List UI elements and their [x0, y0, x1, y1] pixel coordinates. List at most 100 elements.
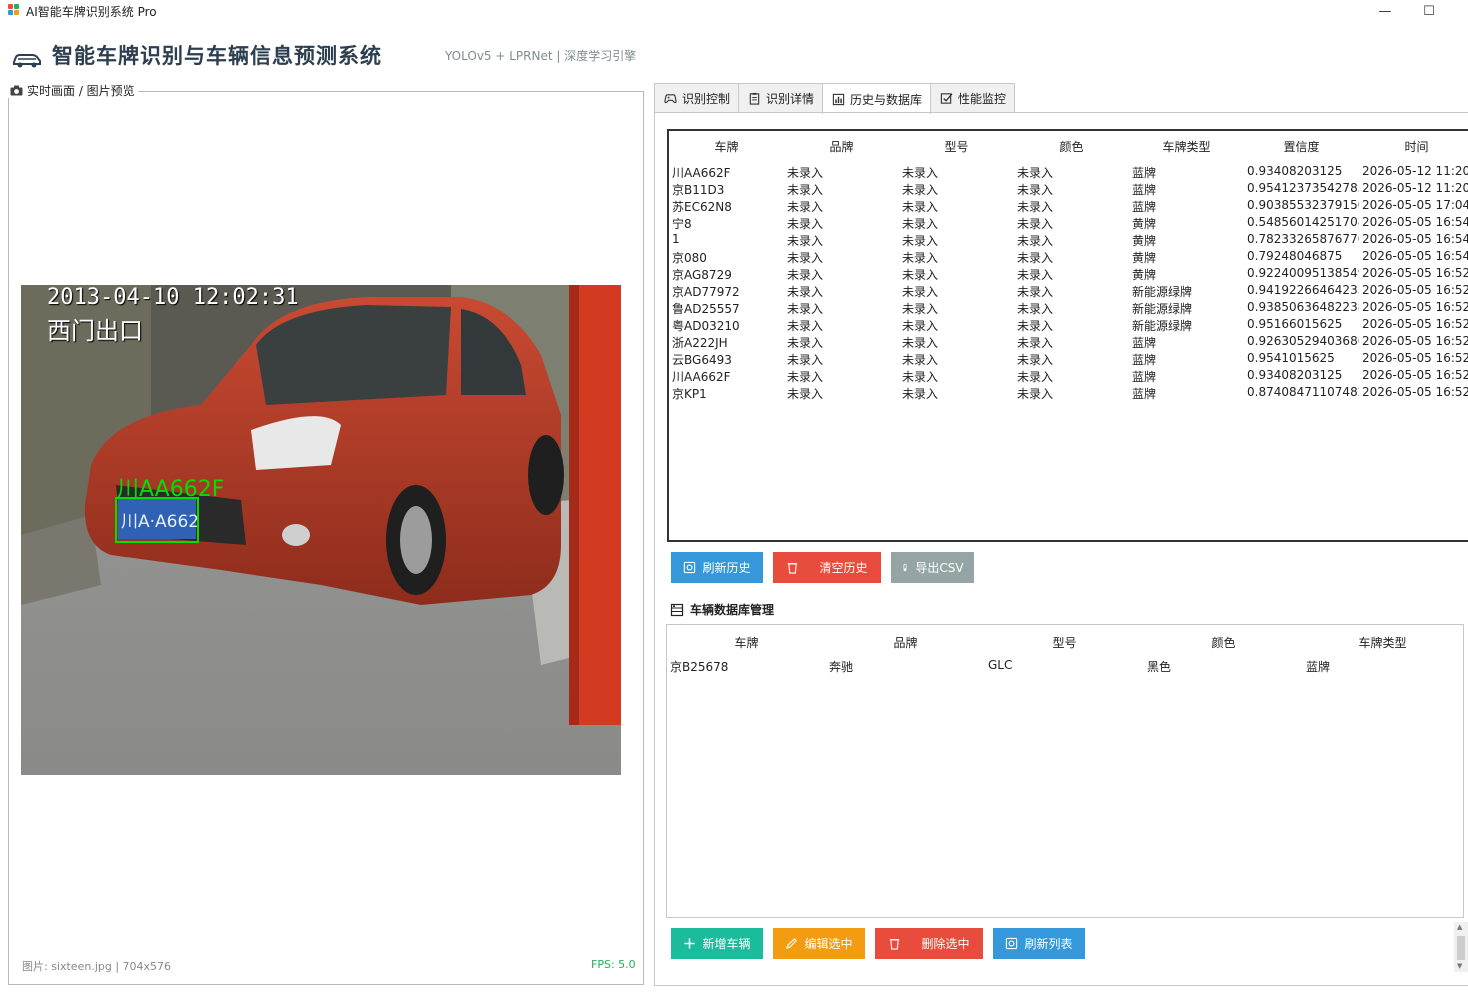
- vertical-scrollbar[interactable]: ▲ ▼: [1454, 922, 1468, 972]
- table-cell: 未录入: [902, 217, 939, 231]
- table-cell: 蓝牌: [1132, 387, 1157, 401]
- history-table[interactable]: 车牌 品牌 型号 颜色 车牌类型 置信度 时间 川AA662F 未录入 未录入 未录入…: [667, 129, 1468, 542]
- tab-recognition-details[interactable]: 识别详情: [738, 83, 824, 113]
- checkbox-icon: [940, 93, 953, 104]
- tab-recognition-control[interactable]: 识别控制: [654, 83, 740, 113]
- scroll-down-arrow-icon[interactable]: ▼: [1457, 962, 1462, 970]
- section-label: 车辆数据库管理: [690, 603, 775, 617]
- column-header[interactable]: 车牌: [669, 138, 784, 156]
- table-cell: 未录入: [902, 234, 939, 248]
- table-cell: 蓝牌: [1306, 660, 1331, 674]
- table-row[interactable]: 京B11D3 未录入 未录入 未录入 蓝牌 0.95412373542785 2026-05…: [669, 181, 1468, 198]
- column-header[interactable]: 型号: [899, 138, 1014, 156]
- table-row[interactable]: 宁8 未录入 未录入 未录入 黄牌 0.54856014251708 2026-05-05 …: [669, 215, 1468, 232]
- table-cell: 未录入: [1017, 302, 1054, 316]
- database-icon: [670, 603, 684, 616]
- tab-history-database[interactable]: 历史与数据库: [822, 83, 932, 114]
- table-row[interactable]: 1 未录入 未录入 未录入 黄牌 0.78233265876770 2026-05-05 1…: [669, 232, 1468, 249]
- delete-selected-button[interactable]: 删除选中: [875, 928, 983, 959]
- table-cell: 蓝牌: [1132, 336, 1157, 350]
- table-row[interactable]: 川AA662F 未录入 未录入 未录入 蓝牌 0.93408203125 2026-05-0…: [669, 368, 1468, 385]
- table-cell: 未录入: [787, 353, 824, 367]
- window-titlebar: AI智能车牌识别系统 Pro — ☐: [0, 0, 1468, 22]
- refresh-history-button[interactable]: 刷新历史: [671, 552, 763, 583]
- database-table[interactable]: 车牌 品牌 型号 颜色 车牌类型 京B25678 奔驰 GLC 黑色 蓝牌: [666, 624, 1464, 918]
- table-cell: 未录入: [1017, 268, 1054, 282]
- column-header[interactable]: 品牌: [826, 634, 985, 652]
- table-row[interactable]: 京AD77972 未录入 未录入 未录入 新能源绿牌 0.94192266464233 20…: [669, 283, 1468, 300]
- camera-icon: [10, 85, 23, 95]
- clear-history-button[interactable]: 清空历史: [773, 552, 881, 583]
- table-cell: 未录入: [1017, 166, 1054, 180]
- table-cell: 蓝牌: [1132, 183, 1157, 197]
- table-row[interactable]: 川AA662F 未录入 未录入 未录入 蓝牌 0.93408203125 2026-05-1…: [669, 164, 1468, 181]
- table-cell: 2026-05-05 16:52:: [1362, 368, 1468, 382]
- table-cell: 未录入: [902, 353, 939, 367]
- database-section-title: 车辆数据库管理: [670, 601, 774, 618]
- column-header[interactable]: 颜色: [1144, 634, 1303, 652]
- table-cell: 2026-05-05 16:52:: [1362, 385, 1468, 399]
- table-cell: 1: [672, 232, 680, 246]
- add-vehicle-button[interactable]: 新增车辆: [671, 928, 763, 959]
- table-cell: 新能源绿牌: [1132, 302, 1193, 316]
- table-cell: 未录入: [1017, 200, 1054, 214]
- refresh-list-button[interactable]: 刷新列表: [993, 928, 1085, 959]
- table-cell: 京B25678: [670, 660, 729, 674]
- table-row[interactable]: 京KP1 未录入 未录入 未录入 蓝牌 0.87408471107482 2026-05-0…: [669, 385, 1468, 402]
- table-cell: 未录入: [1017, 387, 1054, 401]
- table-cell: 黄牌: [1132, 234, 1157, 248]
- column-header[interactable]: 颜色: [1014, 138, 1129, 156]
- table-cell: 未录入: [902, 319, 939, 333]
- table-cell: 京080: [672, 251, 707, 265]
- tab-label: 识别详情: [766, 92, 815, 106]
- edit-selected-button[interactable]: 编辑选中: [773, 928, 865, 959]
- table-row[interactable]: 苏EC62N8 未录入 未录入 未录入 蓝牌 0.90385532379150 2026-0…: [669, 198, 1468, 215]
- app-header: 智能车牌识别与车辆信息预测系统 YOLOv5 + LPRNet | 深度学习引擎: [0, 38, 1000, 74]
- preview-group-title: 实时画面 / 图片预览: [8, 82, 138, 98]
- table-cell: 苏EC62N8: [672, 200, 732, 214]
- table-cell: 浙A222JH: [672, 336, 728, 350]
- table-cell: 未录入: [902, 336, 939, 350]
- column-header[interactable]: 型号: [985, 634, 1144, 652]
- table-cell: 0.95166015625: [1247, 317, 1343, 331]
- preview-group-label: 实时画面 / 图片预览: [27, 83, 135, 98]
- table-cell: 2026-05-05 16:54:: [1362, 249, 1468, 263]
- scrollbar-thumb[interactable]: [1457, 936, 1465, 960]
- table-row[interactable]: 京B25678 奔驰 GLC 黑色 蓝牌: [667, 658, 1462, 675]
- column-header[interactable]: 车牌: [667, 634, 826, 652]
- column-header[interactable]: 车牌类型: [1303, 634, 1462, 652]
- minimize-button[interactable]: —: [1362, 0, 1408, 22]
- table-cell: 黄牌: [1132, 251, 1157, 265]
- table-cell: 未录入: [902, 370, 939, 384]
- page-subtitle: YOLOv5 + LPRNet | 深度学习引擎: [445, 49, 637, 63]
- database-table-header: 车牌 品牌 型号 颜色 车牌类型: [667, 634, 1462, 652]
- table-cell: 宁8: [672, 217, 692, 231]
- maximize-button[interactable]: ☐: [1406, 0, 1452, 22]
- table-cell: 2026-05-05 16:52:: [1362, 317, 1468, 331]
- table-cell: 云BG6493: [672, 353, 732, 367]
- table-cell: 未录入: [1017, 319, 1054, 333]
- column-header[interactable]: 时间: [1359, 138, 1468, 156]
- scroll-up-arrow-icon[interactable]: ▲: [1457, 923, 1462, 931]
- table-cell: 未录入: [902, 251, 939, 265]
- button-label: 刷新列表: [1024, 937, 1073, 951]
- table-row[interactable]: 京080 未录入 未录入 未录入 黄牌 0.79248046875 2026-05-05 1…: [669, 249, 1468, 266]
- table-cell: 新能源绿牌: [1132, 285, 1193, 299]
- tab-label: 性能监控: [958, 92, 1007, 106]
- export-csv-button[interactable]: 导出CSV: [891, 552, 974, 583]
- plate-text-on-car: 川A·A662F: [121, 512, 197, 532]
- table-row[interactable]: 浙A222JH 未录入 未录入 未录入 蓝牌 0.92630529403686 2026-0…: [669, 334, 1468, 351]
- table-row[interactable]: 云BG6493 未录入 未录入 未录入 蓝牌 0.9541015625 2026-05-05…: [669, 351, 1468, 368]
- column-header[interactable]: 置信度: [1244, 138, 1359, 156]
- table-row[interactable]: 京AG8729 未录入 未录入 未录入 黄牌 0.92240095138549 2026-0…: [669, 266, 1468, 283]
- table-cell: 2026-05-05 16:52:: [1362, 300, 1468, 314]
- table-cell: 未录入: [787, 200, 824, 214]
- column-header[interactable]: 品牌: [784, 138, 899, 156]
- table-row[interactable]: 鲁AD25557 未录入 未录入 未录入 新能源绿牌 0.93850636482238 20…: [669, 300, 1468, 317]
- column-header[interactable]: 车牌类型: [1129, 138, 1244, 156]
- table-row[interactable]: 粤AD03210 未录入 未录入 未录入 新能源绿牌 0.95166015625 2026-…: [669, 317, 1468, 334]
- table-cell: 未录入: [1017, 370, 1054, 384]
- thermometer-icon: [903, 563, 907, 572]
- tab-performance-monitor[interactable]: 性能监控: [930, 83, 1016, 113]
- table-cell: 未录入: [787, 268, 824, 282]
